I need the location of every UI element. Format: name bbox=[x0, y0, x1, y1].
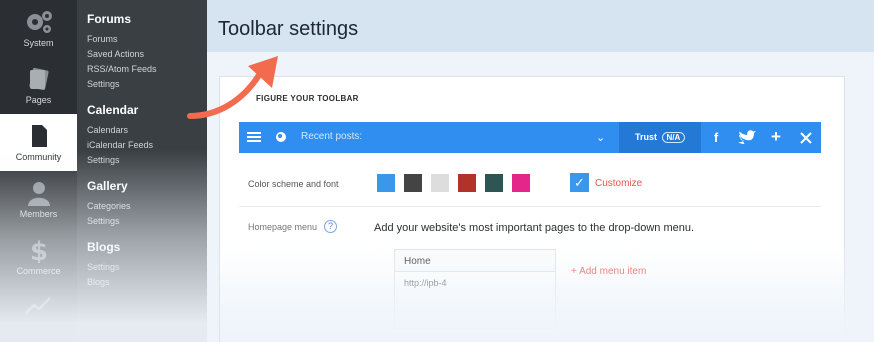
rail-label: System bbox=[23, 38, 54, 48]
rail-item-members[interactable]: Members bbox=[0, 171, 77, 228]
submenu-title: Forums bbox=[87, 12, 132, 26]
page-title: Toolbar settings bbox=[218, 18, 359, 40]
icon-rail: System Pages Community Members $ Commerc… bbox=[0, 0, 77, 342]
submenu-link-categories[interactable]: Categories bbox=[87, 199, 131, 214]
rail-item-commerce[interactable]: $ Commerce bbox=[0, 228, 77, 285]
rail-item-pages[interactable]: Pages bbox=[0, 57, 77, 114]
submenu-link-icalendar-feeds[interactable]: iCalendar Feeds bbox=[87, 138, 153, 153]
rail-label: Commerce bbox=[16, 266, 61, 276]
close-icon[interactable] bbox=[791, 122, 821, 153]
pages-icon bbox=[28, 67, 49, 91]
chevron-down-icon[interactable]: ⌄ bbox=[596, 131, 605, 144]
globe-icon bbox=[276, 132, 286, 142]
submenu-group-forums: Forums Forums Saved Actions RSS/Atom Fee… bbox=[87, 12, 157, 92]
document-icon bbox=[31, 125, 47, 147]
color-swatch-pink[interactable] bbox=[512, 174, 530, 192]
twitter-icon[interactable] bbox=[731, 122, 761, 153]
submenu-title: Calendar bbox=[87, 103, 139, 117]
add-menu-item-button[interactable]: + Add menu item bbox=[571, 266, 646, 277]
rail-item-community[interactable]: Community bbox=[0, 114, 77, 171]
menu-item-editor: Home http://ipb-4 bbox=[394, 249, 556, 329]
page-header: Toolbar settings bbox=[207, 0, 874, 52]
facebook-icon[interactable]: f bbox=[701, 122, 731, 153]
submenu-link-forums[interactable]: Forums bbox=[87, 32, 157, 47]
homepage-menu-label: Homepage menu bbox=[248, 222, 318, 232]
submenu-link-forum-settings[interactable]: Settings bbox=[87, 77, 157, 92]
color-swatch-teal[interactable] bbox=[485, 174, 503, 192]
submenu-title: Gallery bbox=[87, 179, 128, 193]
submenu-link-calendar-settings[interactable]: Settings bbox=[87, 153, 153, 168]
submenu-link-blogs[interactable]: Blogs bbox=[87, 275, 120, 290]
submenu-link-saved-actions[interactable]: Saved Actions bbox=[87, 47, 157, 62]
trust-button[interactable]: Trust N/A bbox=[619, 122, 701, 153]
gears-icon bbox=[26, 11, 52, 33]
chart-icon bbox=[25, 297, 51, 314]
svg-text:$: $ bbox=[29, 237, 47, 263]
help-icon[interactable]: ? bbox=[324, 220, 337, 233]
rail-label: Pages bbox=[25, 95, 52, 105]
submenu-link-blog-settings[interactable]: Settings bbox=[87, 260, 120, 275]
menu-item-name[interactable]: Home bbox=[395, 250, 555, 272]
toolbar-settings-panel: FIGURE YOUR TOOLBAR Recent posts: ⌄ Trus… bbox=[219, 76, 846, 342]
trust-badge: N/A bbox=[661, 132, 686, 143]
customize-checkbox[interactable]: ✓ bbox=[570, 173, 589, 192]
homepage-menu-description: Add your website's most important pages … bbox=[374, 222, 695, 234]
submenu-title: Blogs bbox=[87, 240, 121, 254]
color-swatch-blue[interactable] bbox=[377, 174, 395, 192]
color-scheme-label: Color scheme and font bbox=[248, 179, 339, 189]
color-swatch-dark[interactable] bbox=[404, 174, 422, 192]
recent-posts-label[interactable]: Recent posts: bbox=[301, 131, 362, 142]
submenu-group-blogs: Blogs Settings Blogs bbox=[87, 240, 120, 290]
rail-item-system[interactable]: System bbox=[0, 0, 77, 57]
rail-label: Community bbox=[15, 152, 62, 162]
submenu-group-gallery: Gallery Categories Settings bbox=[87, 179, 131, 229]
plus-icon[interactable]: + bbox=[761, 122, 791, 153]
color-swatch-red[interactable] bbox=[458, 174, 476, 192]
customize-label[interactable]: Customize bbox=[595, 178, 642, 189]
color-swatch-light[interactable] bbox=[431, 174, 449, 192]
divider bbox=[239, 206, 821, 207]
callout-arrow-icon bbox=[187, 56, 278, 119]
menu-item-url[interactable]: http://ipb-4 bbox=[395, 272, 555, 288]
submenu-group-calendar: Calendar Calendars iCalendar Feeds Setti… bbox=[87, 103, 153, 168]
submenu-link-rss-feeds[interactable]: RSS/Atom Feeds bbox=[87, 62, 157, 77]
toolbar-preview: Recent posts: ⌄ Trust N/A f + bbox=[239, 122, 821, 153]
submenu-link-calendars[interactable]: Calendars bbox=[87, 123, 153, 138]
person-icon bbox=[27, 182, 50, 206]
trust-label: Trust bbox=[635, 132, 658, 142]
rail-label: Members bbox=[19, 209, 58, 219]
dollar-icon: $ bbox=[29, 237, 47, 263]
submenu-link-gallery-settings[interactable]: Settings bbox=[87, 214, 131, 229]
hamburger-icon[interactable] bbox=[247, 130, 261, 144]
